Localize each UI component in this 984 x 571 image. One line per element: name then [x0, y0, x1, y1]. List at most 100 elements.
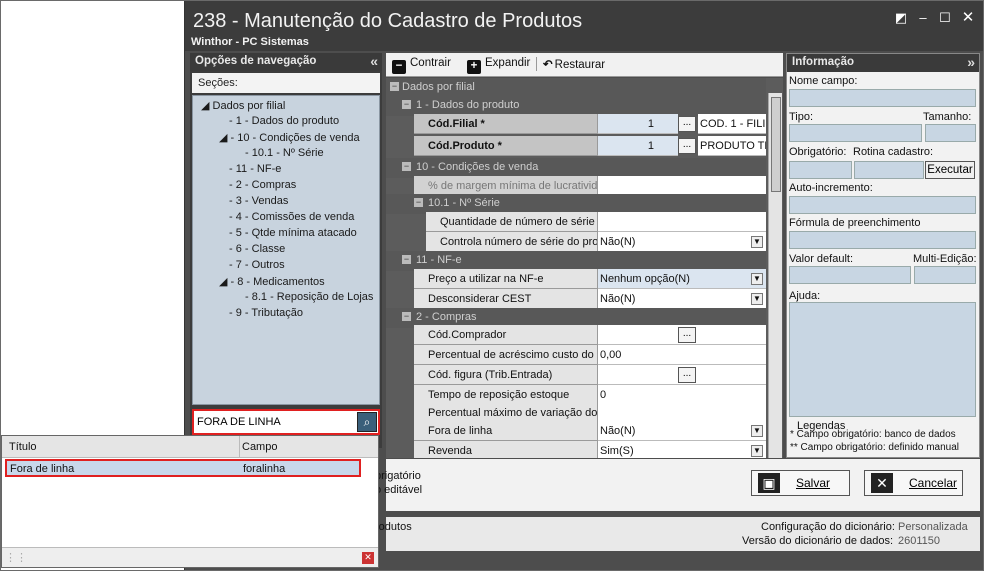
- row-acrescimo[interactable]: Percentual de acréscimo custo do produto…: [386, 345, 766, 365]
- lookup-button[interactable]: ...: [678, 367, 696, 383]
- margem-input[interactable]: [598, 176, 766, 196]
- close-popup-icon[interactable]: ✕: [362, 552, 374, 564]
- information-panel: Informação » Nome campo: Tipo: Tamanho: O…: [786, 53, 980, 458]
- chevron-down-icon[interactable]: ▼: [751, 425, 763, 437]
- collapse-icon[interactable]: −: [414, 198, 423, 207]
- grid-scrollbar[interactable]: [768, 93, 782, 458]
- tree-item-reposicao-lojas[interactable]: - 8.1 - Reposição de Lojas: [245, 291, 373, 303]
- category-num-serie[interactable]: −10.1 - Nº Série: [386, 194, 766, 214]
- fora-linha-select[interactable]: Não(N) ▼: [598, 421, 766, 441]
- window-subtitle: Winthor - PC Sistemas: [191, 36, 309, 48]
- collapse-icon[interactable]: −: [402, 255, 411, 264]
- maximize-icon[interactable]: ☐: [937, 11, 953, 25]
- tree-item-condicoes-venda[interactable]: ◢ - 10 - Condições de venda: [219, 131, 360, 144]
- cancel-button[interactable]: ✕ Cancelar: [864, 470, 963, 496]
- chevron-down-icon[interactable]: ▼: [751, 273, 763, 285]
- reposicao-input[interactable]: 0: [598, 385, 766, 405]
- category-nfe[interactable]: −11 - NF-e: [386, 251, 766, 271]
- category-label: Dados por filial: [402, 81, 475, 93]
- row-cod-produto[interactable]: Cód.Produto * 1... PRODUTO TE: [386, 136, 766, 156]
- qtd-serie-input[interactable]: [598, 212, 766, 232]
- tamanho-label: Tamanho:: [923, 111, 972, 123]
- legenda-2: ** Campo obrigatório: definido manual: [790, 442, 959, 453]
- ajuda-label: Ajuda:: [789, 290, 821, 302]
- row-fora-linha[interactable]: Fora de linha Não(N) ▼: [386, 421, 766, 441]
- cest-select[interactable]: Não(N) ▼: [598, 289, 766, 309]
- nav-header: Opções de navegação «: [190, 53, 382, 71]
- tree-item-comissoes[interactable]: - 4 - Comissões de venda: [229, 211, 354, 223]
- rotina-label: Rotina cadastro:: [853, 146, 934, 158]
- executar-button[interactable]: Executar: [925, 161, 975, 179]
- scroll-thumb[interactable]: [771, 97, 781, 192]
- acrescimo-input[interactable]: 0,00: [598, 345, 766, 365]
- category-label: 2 - Compras: [416, 311, 477, 323]
- row-figura[interactable]: Cód. figura (Trib.Entrada)...: [386, 365, 766, 385]
- window-title: 238 - Manutenção do Cadastro de Produtos: [193, 10, 583, 32]
- row-qtd-serie[interactable]: Quantidade de número de série: [386, 212, 766, 232]
- result-row-fora-de-linha[interactable]: Fora de linha foralinha: [5, 459, 361, 477]
- chevron-down-icon[interactable]: ▼: [751, 293, 763, 305]
- controla-serie-select[interactable]: Não(N) ▼: [598, 232, 766, 252]
- search-icon[interactable]: ⌕: [357, 412, 377, 432]
- collapse-panel-icon[interactable]: «: [370, 53, 378, 69]
- row-controla-serie[interactable]: Controla número de série do produtoNão(N…: [386, 232, 766, 252]
- lookup-button[interactable]: ...: [678, 116, 696, 132]
- collapse-icon[interactable]: −: [402, 312, 411, 321]
- restore-button[interactable]: ↶ Restaurar: [536, 57, 605, 71]
- tree-item-label: 3 - Vendas: [235, 195, 289, 207]
- preco-nfe-select[interactable]: Nenhum opção(N) ▼: [598, 269, 766, 289]
- cod-filial-input[interactable]: 1: [598, 114, 678, 134]
- result-field-cell: foralinha: [243, 463, 286, 475]
- grid-toolbar: − Contrair + Expandir ↶ Restaurar: [386, 53, 783, 77]
- cod-produto-input[interactable]: 1: [598, 136, 678, 156]
- revenda-select[interactable]: Sim(S) ▼: [598, 441, 766, 458]
- expand-panel-icon[interactable]: »: [967, 54, 975, 70]
- tree-item-compras[interactable]: - 2 - Compras: [229, 179, 296, 191]
- tree-item-vendas[interactable]: - 3 - Vendas: [229, 195, 288, 207]
- collapse-button[interactable]: − Contrair: [392, 57, 451, 74]
- tree-item-nfe[interactable]: - 11 - NF-e: [229, 163, 281, 175]
- collapse-icon[interactable]: −: [402, 100, 411, 109]
- row-revenda[interactable]: Revenda Sim(S) ▼: [386, 441, 766, 458]
- chevron-down-icon[interactable]: ▼: [751, 236, 763, 248]
- row-cest[interactable]: Desconsiderar CEST Não(N) ▼: [386, 289, 766, 309]
- chevron-down-icon[interactable]: ▼: [751, 445, 763, 457]
- category-dados-filial[interactable]: − Dados por filial: [386, 78, 766, 98]
- field-label: Quantidade de número de série: [426, 212, 598, 232]
- minimize-icon[interactable]: –: [915, 11, 931, 25]
- category-dados-produto[interactable]: −1 - Dados do produto: [386, 96, 766, 116]
- collapse-icon[interactable]: −: [390, 82, 399, 91]
- tree-item-dados-filial[interactable]: ◢ Dados por filial: [201, 99, 285, 112]
- lookup-button[interactable]: ...: [678, 327, 696, 343]
- title-bar: 238 - Manutenção do Cadastro de Produtos…: [185, 1, 983, 51]
- expand-button[interactable]: + Expandir: [467, 57, 530, 74]
- row-margem[interactable]: % de margem mínima de lucratividade: [386, 176, 766, 196]
- variacao-input[interactable]: [598, 403, 766, 423]
- tree-item-outros[interactable]: - 7 - Outros: [229, 259, 285, 271]
- tree-item-classe[interactable]: - 6 - Classe: [229, 243, 285, 255]
- row-reposicao[interactable]: Tempo de reposição estoque 0: [386, 385, 766, 405]
- row-comprador[interactable]: Cód.Comprador...: [386, 325, 766, 345]
- tree-item-medicamentos[interactable]: ◢ - 8 - Medicamentos: [219, 275, 325, 288]
- column-header-field[interactable]: Campo: [239, 436, 277, 457]
- close-icon[interactable]: ✕: [960, 10, 976, 25]
- restore-layout-icon[interactable]: ◩: [893, 11, 909, 25]
- lookup-button[interactable]: ...: [678, 138, 696, 154]
- save-button[interactable]: ▣ Salvar: [751, 470, 850, 496]
- row-preco-nfe[interactable]: Preço a utilizar na NF-e Nenhum opção(N) ▼: [386, 269, 766, 289]
- resize-grip-icon[interactable]: ⋮⋮: [5, 551, 27, 564]
- category-condicoes-venda[interactable]: −10 - Condições de venda: [386, 158, 766, 178]
- tree-item-tributacao[interactable]: - 9 - Tributação: [229, 307, 303, 319]
- tree-item-qtde-atacado[interactable]: - 5 - Qtde mínima atacado: [229, 227, 357, 239]
- tamanho-field: [925, 124, 976, 142]
- tree-item-dados-produto[interactable]: - 1 - Dados do produto: [229, 115, 339, 127]
- search-input[interactable]: [197, 415, 347, 429]
- field-label: Percentual de acréscimo custo do produto: [414, 345, 598, 365]
- tree-item-num-serie[interactable]: - 10.1 - Nº Série: [245, 147, 324, 159]
- row-cod-filial[interactable]: Cód.Filial * 1... COD. 1 - FILI: [386, 114, 766, 134]
- cancel-label: Cancelar: [909, 476, 958, 490]
- row-variacao[interactable]: Percentual máximo de variação do custo: [386, 403, 766, 423]
- column-header-title[interactable]: Título: [9, 441, 37, 453]
- collapse-icon[interactable]: −: [402, 162, 411, 171]
- auto-incremento-field: [789, 196, 976, 214]
